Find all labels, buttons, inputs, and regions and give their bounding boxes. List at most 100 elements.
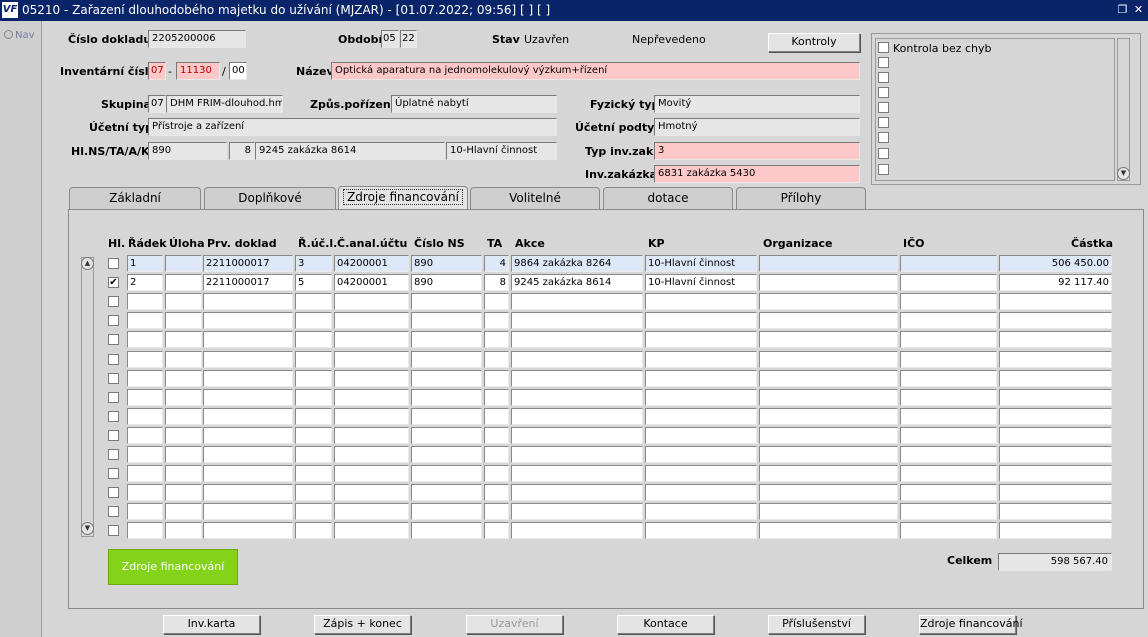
cell-ico[interactable] [900, 331, 997, 348]
cell-ico[interactable] [900, 522, 997, 539]
cell-ucl[interactable] [295, 427, 332, 444]
cell-akce[interactable] [511, 446, 643, 463]
cell-radek[interactable] [127, 331, 163, 348]
cell-anal[interactable] [334, 465, 409, 482]
cell-ucl[interactable] [295, 484, 332, 501]
cell-ns[interactable] [411, 351, 482, 368]
cell-radek[interactable] [127, 351, 163, 368]
cell-akce[interactable] [511, 408, 643, 425]
cell-ucl[interactable] [295, 351, 332, 368]
cell-org[interactable] [759, 503, 898, 520]
cell-akce[interactable] [511, 503, 643, 520]
cell-uloha[interactable] [165, 446, 202, 463]
cell-doklad[interactable] [203, 389, 293, 406]
cell-uloha[interactable] [165, 465, 202, 482]
cell-ucl[interactable] [295, 389, 332, 406]
cell-ns[interactable] [411, 408, 482, 425]
cell-castka[interactable] [999, 427, 1112, 444]
cell-ucl[interactable] [295, 465, 332, 482]
cell-doklad[interactable] [203, 408, 293, 425]
cell-ico[interactable] [900, 312, 997, 329]
cell-akce[interactable] [511, 484, 643, 501]
bottom-button-3[interactable]: Kontace [617, 615, 714, 634]
cell-anal[interactable] [334, 408, 409, 425]
cell-uloha[interactable] [165, 255, 202, 272]
cell-radek[interactable] [127, 293, 163, 310]
hlns-ta-field[interactable]: 8 [229, 142, 255, 160]
cell-uloha[interactable] [165, 274, 202, 291]
cell-ucl[interactable] [295, 522, 332, 539]
cell-kp[interactable] [645, 446, 757, 463]
hl-checkbox[interactable] [108, 258, 119, 269]
cell-doklad[interactable] [203, 465, 293, 482]
hl-checkbox[interactable]: ✔ [108, 277, 119, 288]
inv-cislo-part2[interactable]: 11130 [176, 62, 220, 80]
cell-anal[interactable] [334, 446, 409, 463]
kontrola-checkbox[interactable] [878, 148, 889, 159]
cell-ico[interactable] [900, 370, 997, 387]
cell-ta[interactable] [484, 351, 509, 368]
cell-ta[interactable] [484, 312, 509, 329]
cell-doklad[interactable] [203, 503, 293, 520]
cell-anal[interactable] [334, 293, 409, 310]
cell-ucl[interactable] [295, 408, 332, 425]
hl-checkbox[interactable] [108, 525, 119, 536]
scroll-down-icon[interactable]: ▼ [81, 522, 94, 535]
cell-doklad[interactable]: 2211000017 [203, 255, 293, 272]
cell-ta[interactable] [484, 370, 509, 387]
close-icon[interactable]: ✕ [1132, 3, 1145, 16]
cell-castka[interactable]: 506 450.00 [999, 255, 1112, 272]
cell-uloha[interactable] [165, 293, 202, 310]
cell-radek[interactable] [127, 522, 163, 539]
hl-checkbox[interactable] [108, 354, 119, 365]
cell-anal[interactable] [334, 351, 409, 368]
cell-org[interactable] [759, 331, 898, 348]
tab-prilohy[interactable]: Přílohy [736, 187, 866, 209]
kontrola-checkbox[interactable] [878, 42, 889, 53]
cell-anal[interactable] [334, 522, 409, 539]
hl-checkbox[interactable] [108, 487, 119, 498]
cell-kp[interactable] [645, 522, 757, 539]
cell-ns[interactable] [411, 427, 482, 444]
cell-castka[interactable] [999, 351, 1112, 368]
kontrola-checkbox[interactable] [878, 117, 889, 128]
kontrola-checkbox[interactable] [878, 72, 889, 83]
cell-doklad[interactable] [203, 293, 293, 310]
cell-ta[interactable] [484, 331, 509, 348]
cislo-dokladu-field[interactable]: 2205200006 [148, 30, 246, 48]
cell-castka[interactable] [999, 503, 1112, 520]
cell-ucl[interactable]: 5 [295, 274, 332, 291]
hl-checkbox[interactable] [108, 430, 119, 441]
cell-org[interactable] [759, 255, 898, 272]
fyzicky-typ-field[interactable]: Movitý [654, 95, 860, 113]
obdobi-month-field[interactable]: 05 [381, 30, 399, 48]
cell-doklad[interactable] [203, 446, 293, 463]
cell-ico[interactable] [900, 408, 997, 425]
cell-uloha[interactable] [165, 484, 202, 501]
cell-anal[interactable] [334, 312, 409, 329]
cell-doklad[interactable] [203, 351, 293, 368]
cell-org[interactable] [759, 370, 898, 387]
cell-radek[interactable] [127, 427, 163, 444]
cell-ta[interactable] [484, 503, 509, 520]
cell-radek[interactable] [127, 503, 163, 520]
inv-zakazka-field[interactable]: 6831 zakázka 5430 [654, 165, 860, 183]
kontrola-checkbox[interactable] [878, 57, 889, 68]
cell-ico[interactable] [900, 389, 997, 406]
cell-castka[interactable] [999, 370, 1112, 387]
cell-org[interactable] [759, 446, 898, 463]
cell-radek[interactable] [127, 408, 163, 425]
cell-doklad[interactable] [203, 522, 293, 539]
cell-uloha[interactable] [165, 503, 202, 520]
cell-ta[interactable] [484, 389, 509, 406]
cell-ns[interactable] [411, 331, 482, 348]
cell-akce[interactable]: 9864 zakázka 8264 [511, 255, 643, 272]
cell-radek[interactable] [127, 484, 163, 501]
bottom-button-2[interactable]: Uzavření [466, 615, 563, 634]
hl-checkbox[interactable] [108, 315, 119, 326]
nav-toggle[interactable]: Nav [4, 30, 35, 41]
cell-castka[interactable] [999, 484, 1112, 501]
cell-castka[interactable] [999, 408, 1112, 425]
cell-kp[interactable]: 10-Hlavní činnost [645, 274, 757, 291]
cell-ns[interactable] [411, 446, 482, 463]
